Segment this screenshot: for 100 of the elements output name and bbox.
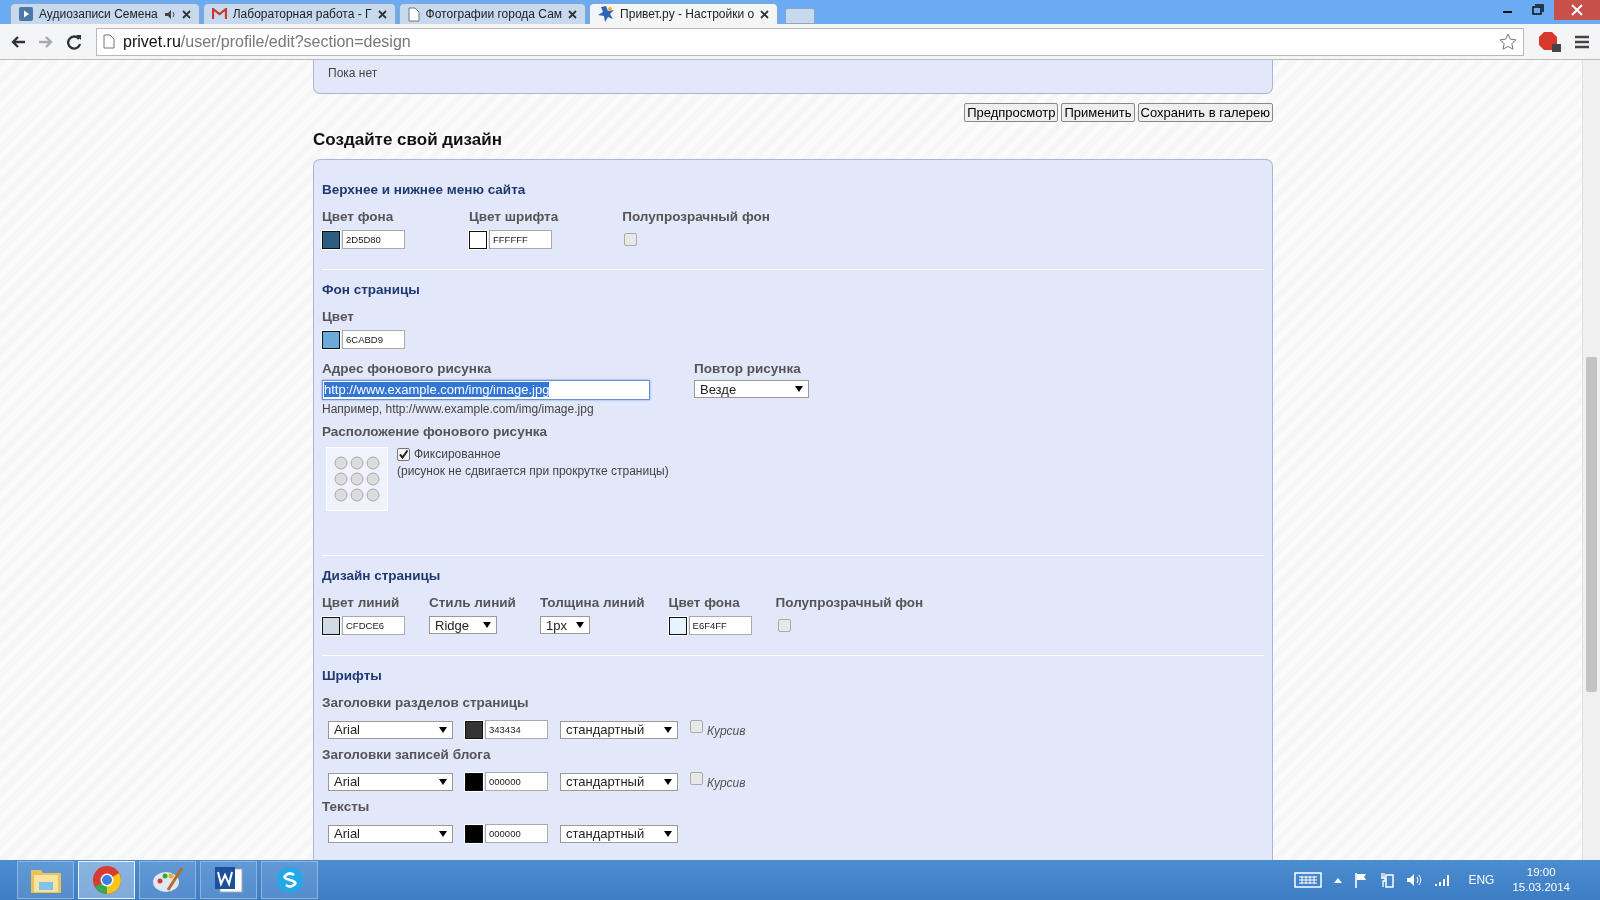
browser-tab[interactable]: Привет.ру - Настройки о [589,3,779,24]
dropdown[interactable]: Везде [694,380,809,398]
close-icon[interactable] [181,9,191,19]
field-label: Заголовки разделов страницы [322,695,530,710]
clock[interactable]: 19:00 15.03.2014 [1512,865,1570,895]
close-icon[interactable] [377,9,387,19]
caret-icon [483,622,491,628]
field-label: Расположение фонового рисунка [322,424,549,439]
action-button[interactable]: Сохранить в галерею [1137,103,1273,122]
field-label: Заголовки записей блога [322,747,492,762]
checkbox[interactable] [397,447,410,461]
color-input[interactable]: FFFFFF [489,230,552,249]
chat-app-icon [274,865,305,895]
caret-icon [664,778,672,785]
field-label: Толщина линий [539,595,645,610]
color-swatch[interactable] [469,230,487,249]
play-icon [19,7,33,21]
browser-tab[interactable]: Аудиозаписи Семена [10,3,200,24]
caret-icon [795,386,803,392]
back-icon[interactable] [10,33,26,50]
caret-icon [439,726,447,733]
adblock-icon[interactable] [1538,30,1562,53]
image-url-field[interactable]: http://www.example.com/img/image.jpg [322,380,650,400]
section-title: Дизайн страницы [322,568,442,583]
hint-text: Например, http://www.example.com/img/image.jpg [322,402,595,416]
tab-title: Аудиозаписи Семена [39,7,158,21]
field-label: Адрес фонового рисунка [322,361,493,376]
dropdown[interactable]: 1px [539,616,590,634]
tab-title: Лабораторная работа - Г [232,7,372,21]
volume-icon[interactable] [1406,873,1423,887]
field-label: Стиль линий [429,595,516,610]
color-input[interactable]: 000000 [485,824,548,843]
caret-icon [664,726,672,733]
caret-icon [664,830,672,837]
note-text: (рисунок не сдвигается при прокрутке страницы) [397,464,669,478]
action-button[interactable]: Применить [1061,103,1135,122]
field-label: Полупрозрачный фон [622,209,770,224]
close-window-icon[interactable] [1554,0,1600,20]
field-label: Цвет [322,309,355,324]
section-title: Фон страницы [322,282,421,297]
checkbox-label: Курсив [707,723,746,738]
color-input[interactable]: E6F4FF [688,616,752,635]
chrome-icon [91,865,122,895]
battery-icon[interactable] [1380,872,1395,888]
section-title: Верхнее и нижнее меню сайта [322,182,527,197]
field-label: Полупрозрачный фон [775,595,924,610]
field-label: Цвет линий [322,595,401,610]
site-logo-icon [598,6,615,22]
address-bar[interactable]: privet.ru/user/profile/edit?section=design [96,27,1524,56]
show-hidden-icon[interactable] [1334,877,1343,883]
taskbar-button[interactable] [200,861,257,899]
checkbox[interactable] [690,772,703,785]
color-input[interactable]: 6CABD9 [342,330,405,349]
color-swatch[interactable] [465,824,483,843]
keyboard-icon[interactable] [1294,872,1323,888]
empty-text: Пока нет [328,66,378,80]
palette-icon [151,866,184,894]
checkbox[interactable] [690,720,703,733]
flag-icon[interactable] [1354,872,1369,888]
page-icon [407,6,420,22]
color-input[interactable]: 2D5D80 [342,230,405,249]
dropdown[interactable]: Ridge [429,616,497,634]
color-swatch[interactable] [465,720,483,739]
color-swatch[interactable] [322,330,340,349]
close-icon[interactable] [760,9,770,19]
language-indicator[interactable]: ENG [1468,873,1495,887]
caret-icon [439,778,447,785]
checkbox-label: Курсив [707,775,746,790]
bookmark-star-icon[interactable] [1499,32,1517,51]
taskbar-button[interactable] [139,861,196,899]
color-input[interactable]: 000000 [485,772,548,791]
field-label: Цвет фона [322,209,395,224]
dropdown[interactable]: Arial [328,824,453,843]
scrollbar-thumb[interactable] [1586,357,1597,692]
scrollbar[interactable] [1582,60,1600,860]
browser-tab[interactable]: Лабораторная работа - Г [202,3,396,24]
checkbox[interactable] [624,233,638,246]
color-input[interactable]: CFDCE6 [342,616,405,635]
color-swatch[interactable] [668,616,687,635]
close-icon[interactable] [568,9,578,19]
taskbar-button[interactable] [261,861,318,899]
dropdown[interactable]: Arial [328,720,453,739]
signal-icon[interactable] [1434,874,1451,886]
color-swatch[interactable] [322,616,340,635]
field-label: Повтор рисунка [694,361,802,376]
page-icon [103,34,115,49]
menu-icon[interactable] [1574,34,1590,49]
dropdown[interactable]: стандартный [560,720,678,739]
dropdown[interactable]: стандартный [560,824,678,843]
page-heading: Создайте свой дизайн [313,130,503,150]
dropdown[interactable]: Arial [328,772,453,791]
color-swatch[interactable] [322,230,340,249]
reload-icon[interactable] [66,33,82,50]
caret-icon [439,830,447,837]
checkbox[interactable] [777,619,791,632]
browser-tab[interactable]: Фотографии города Сам [398,3,587,24]
dropdown[interactable]: стандартный [560,772,678,791]
color-input[interactable]: 343434 [485,720,548,739]
color-swatch[interactable] [465,772,483,791]
action-button[interactable]: Предпросмотр [964,103,1059,122]
